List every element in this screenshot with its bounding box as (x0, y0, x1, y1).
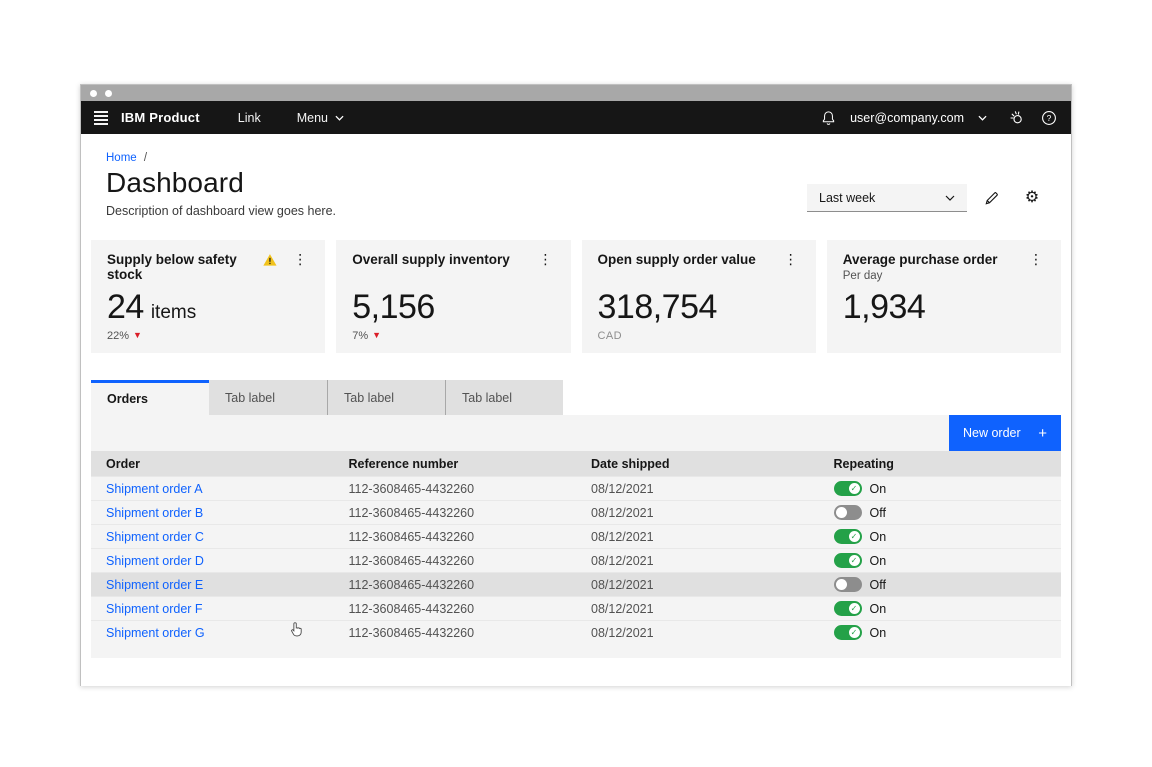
app-header: IBM Product Link Menu user@company.com ? (81, 101, 1071, 134)
menu-icon[interactable] (81, 101, 121, 134)
overflow-menu-icon[interactable]: ⋮ (1027, 252, 1045, 266)
plus-icon: + (1038, 424, 1047, 442)
metric-value: 1,934 (842, 288, 926, 326)
page-content: Home / Dashboard Description of dashboar… (81, 134, 1071, 686)
metric-card-average-purchase-order: Average purchase order Per day ⋮ 1,934 (826, 240, 1061, 353)
orders-table: Order Reference number Date shipped Repe… (91, 451, 1061, 658)
table-header-row: Order Reference number Date shipped Repe… (91, 451, 1061, 476)
table-row[interactable]: Shipment order F 112-3608465-4432260 08/… (91, 596, 1061, 620)
order-link[interactable]: Shipment order D (106, 554, 204, 568)
overflow-menu-icon[interactable]: ⋮ (291, 252, 309, 266)
trend-down-icon: ▼ (133, 330, 142, 340)
repeating-toggle[interactable]: ✓ (833, 553, 862, 568)
tab-label-1[interactable]: Tab label (209, 380, 327, 415)
settings-gear-icon[interactable]: ⚙ (1017, 183, 1047, 213)
card-title: Open supply order value (597, 252, 756, 267)
column-header-date[interactable]: Date shipped (576, 457, 819, 471)
column-header-order[interactable]: Order (91, 457, 334, 471)
page-title: Dashboard (106, 167, 244, 198)
column-header-repeating[interactable]: Repeating (819, 457, 1062, 471)
tab-label-2[interactable]: Tab label (327, 380, 445, 415)
table-row[interactable]: Shipment order A 112-3608465-4432260 08/… (91, 476, 1061, 500)
window-titlebar (81, 85, 1071, 101)
order-link[interactable]: Shipment order B (106, 506, 203, 520)
help-icon[interactable]: ? (1033, 101, 1065, 134)
repeating-toggle[interactable]: ✓ (833, 481, 862, 496)
metric-currency: CAD (597, 329, 622, 342)
order-link[interactable]: Shipment order A (106, 482, 203, 496)
repeating-toggle[interactable]: ✓ (833, 505, 862, 520)
table-row[interactable]: Shipment order C 112-3608465-4432260 08/… (91, 524, 1061, 548)
nav-link[interactable]: Link (238, 111, 261, 125)
chevron-down-icon (335, 115, 344, 121)
window-control-dot[interactable] (90, 89, 97, 97)
product-name[interactable]: IBM Product (121, 110, 200, 125)
time-range-dropdown[interactable]: Last week (807, 184, 967, 212)
metric-card-overall-supply-inventory: Overall supply inventory ⋮ 5,156 7% ▼ (336, 240, 571, 353)
new-order-button[interactable]: New order + (949, 415, 1061, 451)
table-row-hovered[interactable]: Shipment order E 112-3608465-4432260 08/… (91, 572, 1061, 596)
card-title: Average purchase order (842, 252, 998, 267)
tab-label-3[interactable]: Tab label (445, 380, 563, 415)
trend-down-icon: ▼ (372, 330, 382, 340)
table-row[interactable]: Shipment order B 112-3608465-4432260 08/… (91, 500, 1061, 524)
table-row[interactable]: Shipment order G 112-3608465-4432260 08/… (91, 620, 1061, 644)
notifications-bell-icon[interactable] (812, 101, 844, 134)
metric-cards: Supply below safety stock ⋮ 24 items 22%… (91, 240, 1061, 353)
order-link[interactable]: Shipment order F (106, 602, 203, 616)
breadcrumb-home-link[interactable]: Home (106, 152, 137, 164)
metric-delta: 22% (107, 329, 130, 342)
edit-pencil-icon[interactable] (977, 183, 1007, 213)
metric-delta: 7% (352, 329, 369, 342)
metric-value: 24 (107, 288, 144, 326)
card-subtitle: Per day (842, 270, 883, 282)
chevron-down-icon (945, 195, 955, 201)
breadcrumb-separator: / (143, 152, 148, 164)
warning-icon (263, 254, 277, 266)
metric-card-supply-below-safety-stock: Supply below safety stock ⋮ 24 items 22%… (91, 240, 326, 353)
chevron-down-icon[interactable] (978, 115, 987, 121)
metric-card-open-supply-order-value: Open supply order value ⋮ 318,754 CAD (581, 240, 816, 353)
table-footer-padding (91, 644, 1061, 658)
table-row[interactable]: Shipment order D 112-3608465-4432260 08/… (91, 548, 1061, 572)
dropdown-value: Last week (819, 190, 876, 205)
repeating-toggle[interactable]: ✓ (833, 529, 862, 544)
table-toolbar: New order + (91, 415, 1061, 451)
repeating-toggle[interactable]: ✓ (833, 601, 862, 616)
metric-unit: items (150, 302, 197, 323)
overflow-menu-icon[interactable]: ⋮ (537, 252, 555, 266)
tab-orders[interactable]: Orders (91, 380, 209, 415)
overflow-menu-icon[interactable]: ⋮ (782, 252, 800, 266)
window-control-dot[interactable] (105, 89, 112, 97)
order-link[interactable]: Shipment order G (106, 626, 205, 640)
column-header-reference[interactable]: Reference number (334, 457, 577, 471)
page-description: Description of dashboard view goes here. (106, 204, 336, 218)
nav-menu[interactable]: Menu (297, 111, 344, 125)
repeating-toggle[interactable]: ✓ (833, 577, 862, 592)
card-title: Supply below safety stock (107, 252, 237, 282)
order-link[interactable]: Shipment order E (106, 578, 203, 592)
browser-window: IBM Product Link Menu user@company.com ?… (80, 84, 1072, 686)
svg-text:?: ? (1047, 113, 1052, 123)
card-title: Overall supply inventory (352, 252, 510, 267)
tab-bar: Orders Tab label Tab label Tab label (91, 380, 1061, 415)
metric-value: 5,156 (352, 288, 435, 326)
order-link[interactable]: Shipment order C (106, 530, 204, 544)
repeating-toggle[interactable]: ✓ (833, 625, 862, 640)
metric-value: 318,754 (597, 288, 718, 326)
light-theme-icon[interactable] (1001, 101, 1033, 134)
user-email[interactable]: user@company.com (850, 111, 964, 125)
breadcrumb: Home / (91, 144, 1061, 164)
